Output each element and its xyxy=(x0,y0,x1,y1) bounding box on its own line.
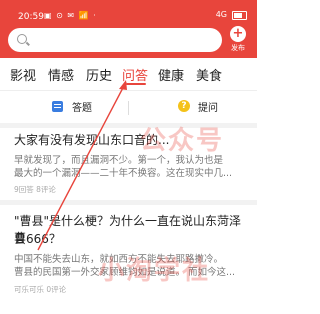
annotation-arrow xyxy=(37,80,127,251)
